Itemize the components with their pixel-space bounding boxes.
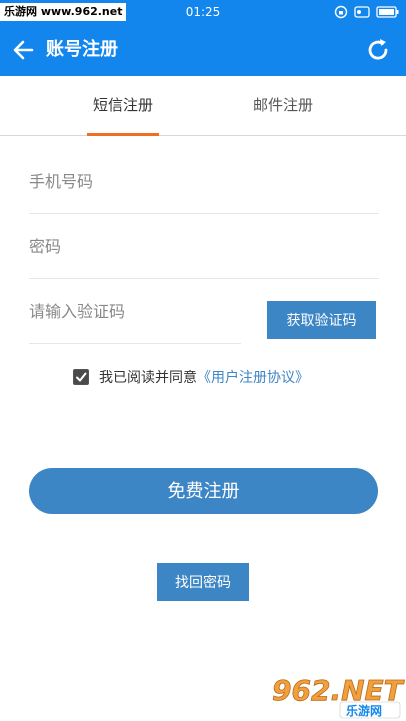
find-password-button[interactable]: 找回密码 [157, 563, 249, 601]
agreement-link[interactable]: 《用户注册协议》 [197, 367, 309, 387]
battery-icon [376, 6, 399, 18]
password-field [29, 215, 379, 279]
rotation-lock-icon [334, 5, 348, 19]
status-icons [334, 4, 400, 20]
tab-label: 邮件注册 [252, 96, 313, 114]
check-icon [76, 372, 87, 382]
register-tabs: 短信注册 邮件注册 [0, 76, 406, 136]
page-title: 账号注册 [46, 39, 118, 60]
tab-label: 短信注册 [92, 96, 153, 114]
tab-sms-register[interactable]: 短信注册 [78, 76, 168, 136]
refresh-icon[interactable] [364, 36, 392, 64]
arrow-left-icon[interactable] [10, 36, 38, 64]
tab-email-register[interactable]: 邮件注册 [238, 76, 328, 136]
agreement-row: 我已阅读并同意 《用户注册协议》 [73, 366, 309, 388]
settings-toggle-icon [354, 6, 370, 18]
status-bar: 乐游网 www.962.net 01:25 [0, 0, 406, 24]
verification-code-field [29, 280, 241, 344]
app-bar: 账号注册 [0, 24, 406, 76]
agreement-text: 我已阅读并同意 [99, 370, 197, 386]
active-tab-indicator [87, 133, 159, 136]
brand-logo-subtext: 乐游网 [346, 703, 382, 718]
phone-field [29, 150, 379, 214]
agreement-checkbox[interactable] [73, 369, 89, 385]
brand-logo: 962.NET 乐游网 [272, 674, 405, 719]
get-code-button[interactable]: 获取验证码 [267, 301, 376, 339]
verification-code-input[interactable] [29, 280, 241, 343]
phone-input[interactable] [29, 150, 379, 213]
password-input[interactable] [29, 215, 379, 278]
free-register-button[interactable]: 免费注册 [29, 468, 378, 514]
